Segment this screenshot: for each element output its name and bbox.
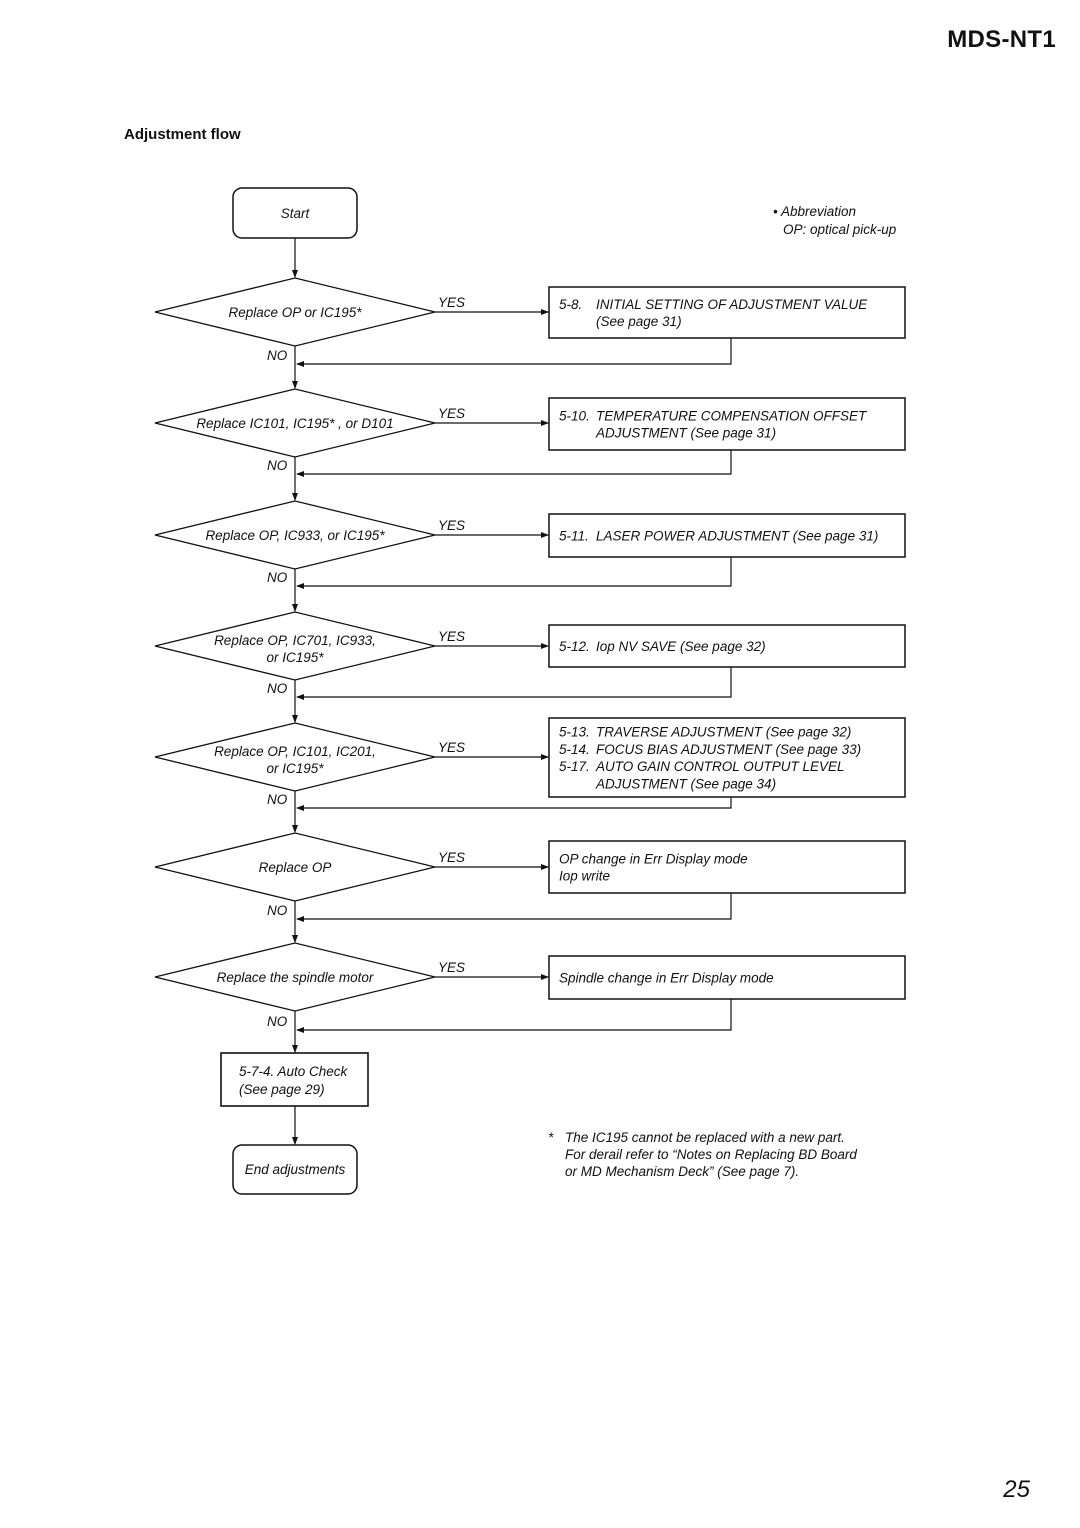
abbreviation-title: • Abbreviation [773, 204, 856, 219]
no-label: NO [267, 1014, 288, 1029]
no-label: NO [267, 681, 288, 696]
action-step-number: 5-13. [559, 725, 590, 740]
yes-label: YES [438, 518, 465, 533]
no-label: NO [267, 348, 288, 363]
action-label: OP change in Err Display mode [559, 851, 748, 866]
end-label: End adjustments [245, 1162, 346, 1177]
decision-label: or IC195* [266, 761, 324, 776]
action-box [548, 397, 906, 451]
yes-label: YES [438, 850, 465, 865]
no-label: NO [267, 903, 288, 918]
no-label: NO [267, 792, 288, 807]
start-label: Start [281, 206, 311, 221]
adjustment-flowchart: Start • Abbreviation OP: optical pick-up Re… [154, 187, 906, 1195]
yes-label: YES [438, 960, 465, 975]
return-arrow [296, 450, 732, 477]
footnote-line: For derail refer to “Notes on Replacing … [565, 1147, 857, 1162]
action-label: TEMPERATURE COMPENSATION OFFSET [596, 408, 868, 423]
return-arrow [296, 797, 732, 811]
action-box [548, 840, 906, 894]
action-step-number: 5-10. [559, 408, 590, 423]
decision-label: Replace the spindle motor [217, 970, 374, 985]
footnote-line: or MD Mechanism Deck” (See page 7). [565, 1164, 799, 1179]
action-label: FOCUS BIAS ADJUSTMENT (See page 33) [596, 742, 861, 757]
yes-label: YES [438, 295, 465, 310]
action-label: TRAVERSE ADJUSTMENT (See page 32) [596, 725, 851, 740]
action-label: Iop NV SAVE (See page 32) [596, 639, 766, 654]
action-step-number: 5-17. [559, 759, 590, 774]
auto-check-label: 5-7-4. Auto Check [239, 1064, 349, 1079]
yes-label: YES [438, 740, 465, 755]
yes-label: YES [438, 629, 465, 644]
action-label: ADJUSTMENT (See page 34) [595, 776, 776, 791]
action-step-number: 5-12. [559, 639, 590, 654]
no-label: NO [267, 570, 288, 585]
footnote-mark: * [548, 1130, 554, 1145]
auto-check-page: (See page 29) [239, 1082, 325, 1097]
action-step-number: 5-8. [559, 297, 582, 312]
action-label: AUTO GAIN CONTROL OUTPUT LEVEL [595, 759, 845, 774]
action-label: ADJUSTMENT (See page 31) [595, 426, 776, 441]
decision-label: or IC195* [266, 650, 324, 665]
action-label: Iop write [559, 869, 610, 884]
action-box [548, 286, 906, 339]
action-label: INITIAL SETTING OF ADJUSTMENT VALUE [596, 297, 868, 312]
return-arrow [296, 667, 732, 700]
decision-label: Replace OP or IC195* [228, 305, 362, 320]
decision-label: Replace OP, IC101, IC201, [214, 744, 376, 759]
decision-label: Replace IC101, IC195* , or D101 [196, 416, 393, 431]
action-label: (See page 31) [596, 314, 682, 329]
action-label: LASER POWER ADJUSTMENT (See page 31) [596, 529, 878, 544]
decision-label: Replace OP, IC701, IC933, [214, 633, 376, 648]
return-arrow [296, 338, 732, 367]
return-arrow [296, 557, 732, 589]
auto-check-box [220, 1052, 369, 1107]
no-label: NO [267, 458, 288, 473]
yes-label: YES [438, 406, 465, 421]
action-step-number: 5-14. [559, 742, 590, 757]
return-arrow [296, 999, 732, 1033]
action-step-number: 5-11. [559, 529, 589, 544]
decision-label: Replace OP [259, 860, 332, 875]
decision-label: Replace OP, IC933, or IC195* [205, 528, 385, 543]
abbreviation-text: OP: optical pick-up [783, 222, 897, 237]
action-label: Spindle change in Err Display mode [559, 971, 774, 986]
return-arrow [296, 893, 732, 922]
footnote-line: The IC195 cannot be replaced with a new … [565, 1130, 845, 1145]
